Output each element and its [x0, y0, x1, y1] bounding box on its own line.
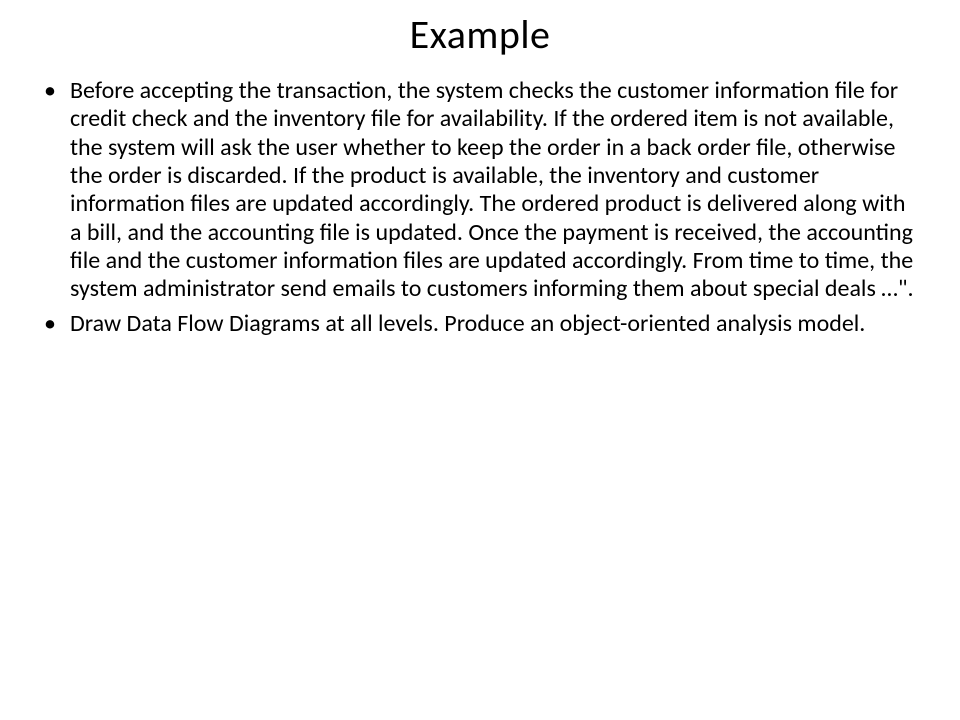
bullet-item: Before accepting the transaction, the sy…: [70, 77, 920, 304]
bullet-list: Before accepting the transaction, the sy…: [70, 77, 920, 338]
bullet-item: Draw Data Flow Diagrams at all levels. P…: [70, 310, 920, 338]
slide-title: Example: [30, 10, 930, 59]
slide-content: Before accepting the transaction, the sy…: [30, 77, 930, 338]
slide-container: Example Before accepting the transaction…: [0, 0, 960, 720]
